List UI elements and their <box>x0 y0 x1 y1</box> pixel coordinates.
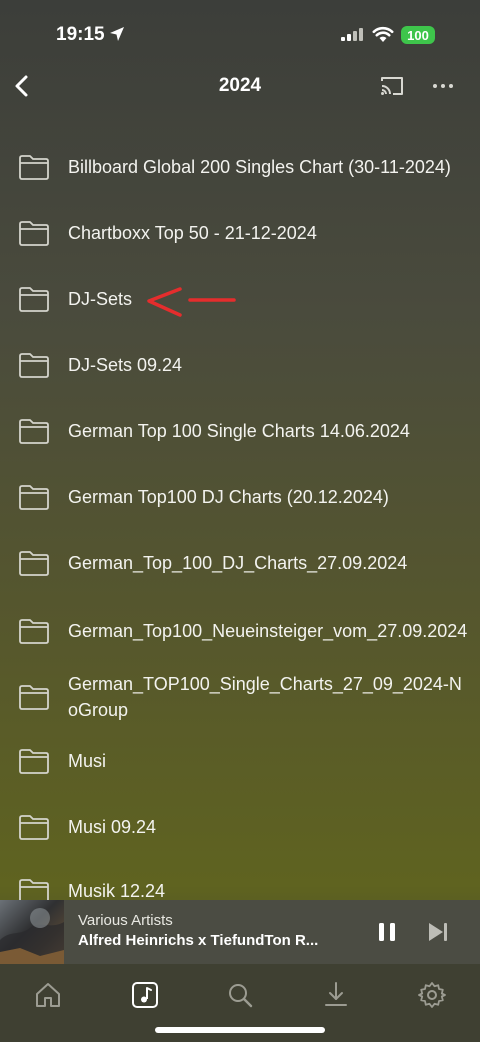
folder-row[interactable]: German_Top100_Neueinsteiger_vom_27.09.20… <box>0 603 480 659</box>
folder-row[interactable]: Musi 09.24 <box>0 807 480 847</box>
folder-icon <box>19 287 49 312</box>
battery-indicator: 100 <box>401 26 435 44</box>
folder-label: DJ-Sets 09.24 <box>68 355 183 375</box>
album-art-image <box>0 908 64 964</box>
red-arrow-annotation <box>147 287 236 317</box>
folder-row[interactable]: German_Top_100_DJ_Charts_27.09.2024 <box>0 543 480 583</box>
more-options-icon[interactable] <box>430 73 456 99</box>
folder-row[interactable]: German Top100 DJ Charts (20.12.2024) <box>0 477 480 517</box>
cast-icon[interactable] <box>378 73 406 99</box>
download-icon[interactable] <box>321 980 351 1010</box>
album-art[interactable] <box>0 900 64 964</box>
gear-icon[interactable] <box>417 980 447 1010</box>
folder-icon <box>19 815 49 840</box>
folder-label: German_TOP100_Single_Charts_27_09_2024-N… <box>68 674 462 720</box>
home-indicator[interactable] <box>155 1027 325 1033</box>
now-playing-title: Alfred Heinrichs x TiefundTon R... <box>78 932 319 949</box>
folder-label: Billboard Global 200 Singles Chart (30-1… <box>68 157 451 177</box>
signal-icon <box>341 28 363 41</box>
folder-label: Chartboxx Top 50 - 21-12-2024 <box>68 223 317 243</box>
folder-row[interactable]: DJ-Sets <box>0 279 480 319</box>
skip-next-icon[interactable] <box>426 920 450 944</box>
home-icon[interactable] <box>33 980 63 1010</box>
folder-label: German_Top_100_DJ_Charts_27.09.2024 <box>68 553 408 573</box>
pause-icon[interactable] <box>376 920 398 944</box>
folder-label: DJ-Sets <box>68 289 133 309</box>
location-arrow-icon <box>110 27 124 41</box>
folder-row[interactable]: DJ-Sets 09.24 <box>0 345 480 385</box>
folder-label: Musi 09.24 <box>68 817 157 837</box>
now-playing-artist: Various Artists <box>78 912 173 929</box>
folder-label: German Top 100 Single Charts 14.06.2024 <box>68 421 410 441</box>
search-icon[interactable] <box>225 980 255 1010</box>
folder-icon <box>19 879 49 900</box>
battery-level: 100 <box>407 27 429 43</box>
mini-player[interactable]: Various Artists Alfred Heinrichs x Tiefu… <box>0 900 480 964</box>
folder-icon <box>19 551 49 576</box>
folder-row[interactable]: Musik 12.24 <box>0 871 480 900</box>
folder-row[interactable]: Billboard Global 200 Singles Chart (30-1… <box>0 139 480 195</box>
folder-icon <box>19 685 49 710</box>
folder-row[interactable]: German_TOP100_Single_Charts_27_09_2024-N… <box>0 669 480 725</box>
folder-label: Musik 12.24 <box>68 881 166 900</box>
folder-icon <box>19 619 49 644</box>
folder-icon <box>19 353 49 378</box>
folder-icon <box>19 155 49 180</box>
page-title: 2024 <box>218 75 262 96</box>
folder-row[interactable]: Chartboxx Top 50 - 21-12-2024 <box>0 213 480 253</box>
folder-label: German_Top100_Neueinsteiger_vom_27.09.20… <box>68 621 468 641</box>
folder-label: Musi <box>68 751 107 771</box>
status-time: 19:15 <box>56 24 105 45</box>
folder-row[interactable]: Musi <box>0 741 480 781</box>
wifi-icon <box>372 26 394 42</box>
folder-icon <box>19 749 49 774</box>
folder-icon <box>19 221 49 246</box>
folder-label: German Top100 DJ Charts (20.12.2024) <box>68 487 389 507</box>
folder-row[interactable]: German Top 100 Single Charts 14.06.2024 <box>0 411 480 451</box>
header: 2024 <box>0 60 480 112</box>
folder-list: Billboard Global 200 Singles Chart (30-1… <box>0 136 480 900</box>
folder-icon <box>19 419 49 444</box>
folder-icon <box>19 485 49 510</box>
music-note-icon[interactable] <box>130 980 160 1010</box>
